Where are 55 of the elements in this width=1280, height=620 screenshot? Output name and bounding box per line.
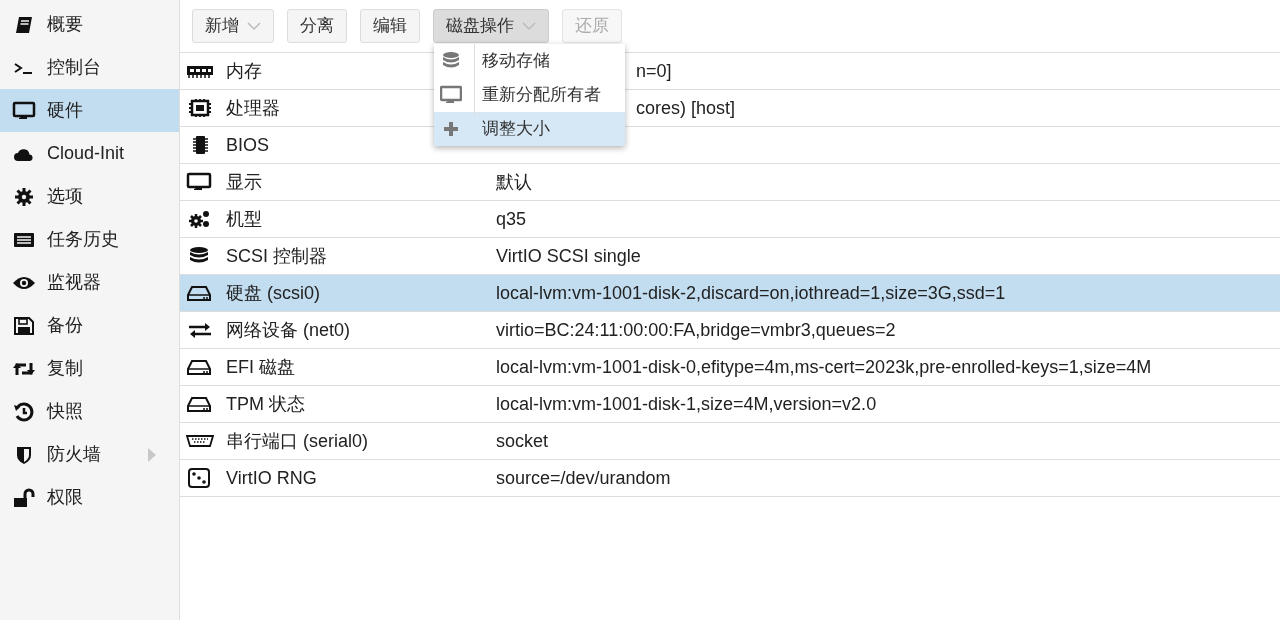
table-cell-text: 显示 — [226, 170, 262, 194]
table-cell-text: 默认 — [495, 170, 532, 194]
table-cell-text: local-lvm:vm-1001-disk-2,discard=on,iothread=1,size=3G,ssd=1 — [495, 281, 1006, 305]
dropdown-button[interactable]: 新增 — [192, 9, 274, 43]
table-cell-text: 处理器 — [226, 96, 280, 120]
sidebar-item[interactable]: Cloud-Init — [0, 132, 179, 175]
table-cell-text: q35 — [495, 207, 527, 231]
table-cell-text: BIOS — [226, 133, 269, 157]
table-cell-text: local-lvm:vm-1001-disk-1,size=4M,version=v2.0 — [495, 392, 877, 416]
toolbar-button[interactable]: 编辑 — [360, 9, 420, 43]
menu-item[interactable]: 重新分配所有者 — [434, 78, 625, 112]
floppy-icon — [12, 315, 36, 336]
table-cell-text: virtio=BC:24:11:00:00:FA,bridge=vmbr3,queues=2 — [495, 318, 896, 342]
hard-drive-icon — [186, 394, 214, 414]
toolbar-button[interactable]: 分离 — [287, 9, 347, 43]
table-cell-text: 硬盘 (scsi0) — [226, 281, 320, 305]
sidebar-item[interactable]: 复制 — [0, 347, 179, 390]
table-cell-text: local-lvm:vm-1001-disk-0,efitype=4m,ms-cert=2023k,pre-enrolled-keys=1,size=4M — [495, 355, 1152, 379]
history-icon — [12, 401, 36, 422]
menu-item[interactable]: 移动存储 — [434, 44, 625, 78]
table-cell-text: VirtIO SCSI single — [495, 244, 641, 268]
sidebar-item[interactable]: 备份 — [0, 304, 179, 347]
table-cell-text: 机型 — [226, 207, 262, 231]
table-cell-text: n=0] — [636, 59, 672, 83]
unlock-icon — [12, 487, 36, 508]
chip-icon — [186, 98, 214, 118]
monitor-icon — [12, 100, 36, 121]
exchange-icon — [186, 320, 214, 340]
table-cell-text: EFI 磁盘 — [226, 355, 295, 379]
sidebar-item[interactable]: 快照 — [0, 390, 179, 433]
sidebar-item[interactable]: 任务历史 — [0, 218, 179, 261]
dropdown-button[interactable]: 磁盘操作 — [433, 9, 549, 43]
sidebar-item[interactable]: 硬件 — [0, 89, 179, 132]
sidebar-item[interactable]: 防火墙 — [0, 433, 179, 476]
sidebar-item[interactable]: 权限 — [0, 476, 179, 519]
hard-drive-icon — [186, 283, 214, 303]
table-cell-text: socket — [495, 429, 549, 453]
table-cell-text: source=/dev/urandom — [495, 466, 671, 490]
table-row[interactable]: 硬盘 (scsi0) local-lvm:vm-1001-disk-2,discard=on,iothread=1,size=3G,ssd=1 — [180, 275, 1280, 312]
sidebar-item[interactable]: 监视器 — [0, 261, 179, 304]
sidebar-item[interactable]: 选项 — [0, 175, 179, 218]
sidebar-item[interactable]: 概要 — [0, 3, 179, 46]
table-cell-text: VirtIO RNG — [226, 466, 317, 490]
table-cell-text: 内存 — [226, 59, 262, 83]
table-cell-text: cores) [host] — [636, 96, 736, 120]
menu-item[interactable]: 调整大小 — [434, 112, 625, 146]
table-cell-text: TPM 状态 — [226, 392, 305, 416]
monitor-icon — [440, 85, 462, 105]
table-cell-text: 串行端口 (serial0) — [226, 429, 368, 453]
table-cell-text: 网络设备 (net0) — [226, 318, 351, 342]
hard-drive-icon — [186, 357, 214, 377]
sidebar-item[interactable]: 控制台 — [0, 46, 179, 89]
gear-icon — [12, 186, 36, 207]
monitor-icon — [186, 172, 214, 192]
table-cell-text: SCSI 控制器 — [226, 244, 327, 268]
